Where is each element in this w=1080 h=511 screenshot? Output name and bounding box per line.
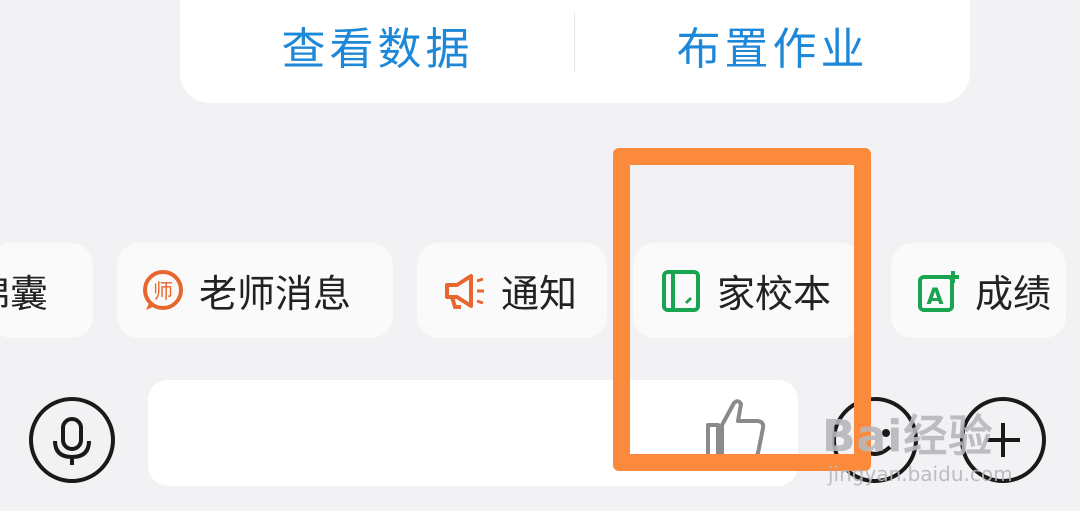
watermark-url: jingyan.baidu.com — [828, 462, 1013, 486]
shortcut-label: 老师消息 — [199, 272, 352, 316]
microphone-icon — [53, 417, 91, 465]
assign-homework-button[interactable]: 布置作业 — [575, 10, 970, 80]
shortcut-grades[interactable]: A 成绩 — [891, 243, 1066, 338]
view-data-button[interactable]: 查看数据 — [180, 10, 575, 80]
voice-button[interactable] — [29, 397, 115, 483]
teacher-message-icon: 师 — [141, 269, 185, 313]
svg-text:师: 师 — [153, 279, 173, 303]
watermark-brand: Bai经验 — [822, 411, 994, 462]
action-card: 查看数据 布置作业 — [180, 0, 970, 103]
shortcut-teacher-message[interactable]: 师 老师消息 — [117, 243, 393, 338]
megaphone-icon — [443, 269, 487, 313]
svg-text:A: A — [926, 285, 943, 310]
shortcut-pouch[interactable]: 锦囊 — [0, 243, 93, 338]
grade-icon: A — [917, 269, 961, 313]
shortcut-notice[interactable]: 通知 — [417, 243, 607, 338]
shortcut-label: 成绩 — [975, 272, 1052, 316]
shortcut-label: 锦囊 — [0, 272, 49, 316]
shortcut-label: 通知 — [501, 272, 578, 316]
